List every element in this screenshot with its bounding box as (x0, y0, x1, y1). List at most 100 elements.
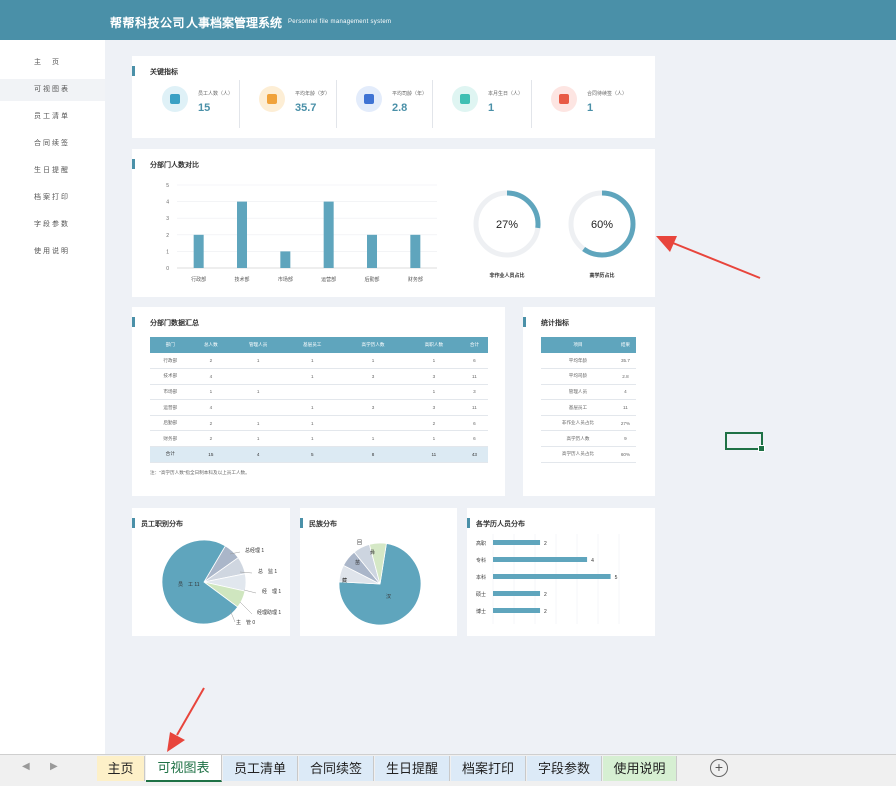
table-cell[interactable] (285, 384, 340, 401)
table-cell[interactable]: 1 (406, 353, 461, 370)
sidebar-item-birthdays[interactable]: 生日提醒 (0, 160, 105, 182)
table-cell[interactable]: 3 (460, 384, 488, 401)
house-icon (356, 86, 382, 112)
table-cell[interactable]: 管理人员 (541, 384, 615, 401)
sheet-tab-6[interactable]: 档案打印 (451, 756, 526, 781)
table-cell[interactable]: 4 (190, 368, 232, 385)
table-cell[interactable] (339, 415, 407, 432)
table-cell[interactable]: 2 (190, 353, 232, 370)
sheet-tab-5[interactable]: 生日提醒 (375, 756, 450, 781)
table-cell[interactable]: 27% (614, 415, 636, 432)
table-cell[interactable]: 1 (285, 368, 340, 385)
stats-table: 项目 结果 平均年龄 35.7 平均司龄 2.8 管理人员 4 基层员工 11 非作业人员占比 27%… (541, 337, 636, 463)
table-cell[interactable]: 11 (460, 368, 488, 385)
table-cell[interactable]: 6 (460, 415, 488, 432)
sum-row: 合计 15 4 5 8 11 43 (150, 446, 488, 463)
table-cell[interactable]: 35.7 (614, 353, 636, 370)
table-cell[interactable]: 高学历人数 (541, 430, 615, 448)
table-cell[interactable]: 3 (406, 368, 461, 385)
icon-glyph (170, 94, 180, 104)
sheet-tab-7[interactable]: 字段参数 (527, 756, 602, 781)
table-cell[interactable]: 合计 (150, 446, 191, 463)
table-cell[interactable]: 1 (231, 384, 286, 401)
arrow-to-gauges (656, 236, 761, 279)
alarm-icon (551, 86, 577, 112)
table-cell[interactable]: 11 (614, 399, 636, 416)
table-cell[interactable]: 4 (231, 446, 286, 463)
y-tick-label: 4 (166, 200, 169, 206)
table-cell[interactable]: 高学历人员占比 (541, 446, 615, 463)
table-cell[interactable]: 1 (190, 384, 232, 401)
table-cell[interactable]: 行政部 (150, 353, 191, 370)
table-cell[interactable]: 2 (406, 415, 461, 432)
add-sheet-icon[interactable]: + (710, 759, 728, 777)
table-cell[interactable]: 1 (406, 384, 461, 401)
sheet-tab-3[interactable]: 员工清单 (223, 756, 298, 781)
table-cell[interactable]: 3 (339, 368, 407, 385)
y-tick-label: 1 (166, 249, 169, 255)
table-cell[interactable]: 1 (231, 353, 286, 370)
tab-scroll-right-icon[interactable]: ▶ (50, 761, 58, 772)
table-cell[interactable]: 2.8 (614, 368, 636, 385)
selected-cell[interactable] (725, 432, 765, 452)
gauge-label: 非作业人员占比 (489, 272, 524, 279)
sidebar-item-help[interactable]: 使用说明 (0, 241, 105, 263)
table-cell[interactable]: 6 (460, 353, 488, 370)
sheet-tab-4[interactable]: 合同续签 (299, 756, 374, 781)
table-cell[interactable]: 平均司龄 (541, 368, 615, 385)
table-cell[interactable]: 4 (614, 384, 636, 401)
table-cell[interactable]: 非作业人员占比 (541, 415, 615, 432)
sidebar-item-print[interactable]: 档案打印 (0, 187, 105, 209)
kpi-label: 员工人数（人） (198, 91, 234, 97)
table-cell[interactable]: 5 (285, 446, 340, 463)
table-cell[interactable]: 1 (339, 430, 407, 448)
table-cell[interactable]: 1 (285, 430, 340, 448)
table-cell[interactable]: 技术部 (150, 368, 191, 385)
table-cell[interactable]: 市场部 (150, 384, 191, 401)
table-cell[interactable]: 11 (406, 446, 461, 463)
table-cell[interactable]: 60% (614, 446, 636, 463)
table-cell[interactable]: 基层员工 (541, 399, 615, 416)
table-cell[interactable] (339, 384, 407, 401)
stats-title: 统计指标 (541, 320, 569, 327)
table-cell[interactable]: 平均年龄 (541, 353, 615, 370)
sidebar-item-fields[interactable]: 字段参数 (0, 214, 105, 236)
person-icon (452, 86, 478, 112)
table-cell[interactable]: 9 (614, 430, 636, 448)
table-cell[interactable]: 1 (406, 430, 461, 448)
table-cell[interactable]: 财务部 (150, 430, 191, 448)
tab-scroll-left-icon[interactable]: ◀ (22, 761, 30, 772)
sheet-tab-1[interactable]: 主页 (97, 756, 145, 781)
leader-line (239, 601, 253, 615)
table-cell[interactable]: 后勤部 (150, 415, 191, 432)
table-cell[interactable] (231, 368, 286, 385)
sidebar-item-charts[interactable]: 可视图表 (0, 79, 105, 101)
sheet-tab-8[interactable]: 使用说明 (603, 756, 677, 781)
table-cell[interactable]: 4 (190, 399, 232, 416)
table-cell[interactable]: 1 (285, 399, 340, 416)
bar-行政部 (193, 234, 204, 268)
table-cell[interactable]: 2 (190, 430, 232, 448)
table-cell[interactable]: 1 (339, 353, 407, 370)
table-cell[interactable]: 8 (339, 446, 407, 463)
table-cell[interactable]: 2 (190, 415, 232, 432)
table-cell[interactable]: 1 (285, 415, 340, 432)
sidebar-item-home[interactable]: 主 页 (0, 52, 105, 74)
table-cell[interactable]: 1 (231, 415, 286, 432)
table-cell[interactable] (231, 399, 286, 416)
table-cell[interactable]: 6 (460, 430, 488, 448)
table-cell[interactable]: 1 (231, 430, 286, 448)
table-cell[interactable]: 3 (406, 399, 461, 416)
sheet-tab-2[interactable]: 可视图表 (146, 755, 222, 782)
icon-glyph (364, 94, 374, 104)
sidebar-item-contracts[interactable]: 合同续签 (0, 133, 105, 155)
gauge-value: 27% (496, 219, 518, 231)
table-cell[interactable]: 11 (460, 399, 488, 416)
sidebar-item-employees[interactable]: 员工清单 (0, 106, 105, 128)
table-cell[interactable]: 运营部 (150, 399, 191, 416)
table-cell[interactable]: 43 (460, 446, 488, 463)
table-cell[interactable]: 1 (285, 353, 340, 370)
table-cell[interactable]: 3 (339, 399, 407, 416)
table-row: 非作业人员占比 27% (541, 415, 636, 432)
table-cell[interactable]: 15 (190, 446, 232, 463)
